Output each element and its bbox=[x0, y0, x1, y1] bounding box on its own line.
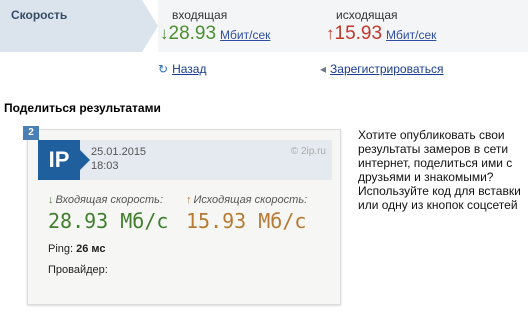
upload-caption-text: Исходящая скорость: bbox=[193, 194, 308, 206]
outgoing-caption: исходящая bbox=[336, 8, 398, 22]
up-arrow-icon: ↑ bbox=[326, 24, 335, 43]
incoming-speed: входящая ↓28.93 Мбит/сек bbox=[160, 8, 270, 45]
ping-row: Ping: 26 мс bbox=[48, 243, 106, 255]
provider-label: Провайдер: bbox=[48, 264, 108, 276]
incoming-value: 28.93 bbox=[168, 23, 217, 44]
register-link-label: Зарегистрироваться bbox=[330, 62, 444, 76]
speed-label-arrow bbox=[142, 0, 158, 52]
card-time: 18:03 bbox=[91, 160, 119, 172]
card-header: IP 25.01.2015 18:03 © 2ip.ru bbox=[38, 140, 332, 180]
share-description: Хотите опубликовать свои результаты заме… bbox=[358, 128, 521, 212]
incoming-unit-link[interactable]: Мбит/сек bbox=[220, 28, 270, 42]
outgoing-unit-link[interactable]: Мбит/сек bbox=[386, 28, 436, 42]
ping-value: 26 мс bbox=[76, 243, 106, 255]
download-caption-text: Входящая скорость: bbox=[55, 194, 164, 206]
card-source: © 2ip.ru bbox=[290, 146, 326, 157]
down-arrow-icon: ↓ bbox=[160, 24, 169, 43]
speed-label-block: Скорость bbox=[0, 0, 142, 52]
upload-value: 15.93 Мб/с bbox=[186, 209, 307, 233]
result-card[interactable]: IP 25.01.2015 18:03 © 2ip.ru ↓ Входящая с… bbox=[27, 129, 341, 305]
ping-label: Ping: bbox=[48, 243, 74, 255]
down-arrow-icon: ↓ bbox=[48, 194, 54, 206]
share-title: Поделиться результатами bbox=[4, 101, 161, 115]
outgoing-value: 15.93 bbox=[334, 23, 383, 44]
register-arrow-icon: ◂ bbox=[320, 62, 327, 76]
outgoing-speed: исходящая ↑15.93 Мбит/сек bbox=[326, 8, 436, 45]
register-link[interactable]: ◂ Зарегистрироваться bbox=[320, 62, 444, 76]
up-arrow-icon: ↑ bbox=[186, 194, 192, 206]
incoming-caption: входящая bbox=[172, 8, 228, 22]
card-date: 25.01.2015 bbox=[91, 146, 147, 158]
download-value: 28.93 Мб/с bbox=[48, 209, 169, 233]
back-arrow-icon: ↻ bbox=[158, 62, 169, 76]
ip-logo: IP bbox=[38, 140, 90, 180]
card-datetime: 25.01.2015 18:03 bbox=[91, 145, 146, 173]
speed-label: Скорость bbox=[11, 8, 68, 22]
speed-bar: Скорость входящая ↓28.93 Мбит/сек исходящ… bbox=[0, 0, 528, 52]
download-caption: ↓ Входящая скорость: bbox=[48, 194, 163, 206]
back-link[interactable]: ↻ Назад bbox=[158, 62, 206, 76]
back-link-label: Назад bbox=[172, 62, 207, 76]
upload-caption: ↑ Исходящая скорость: bbox=[186, 194, 307, 206]
card-number-badge: 2 bbox=[23, 126, 39, 140]
